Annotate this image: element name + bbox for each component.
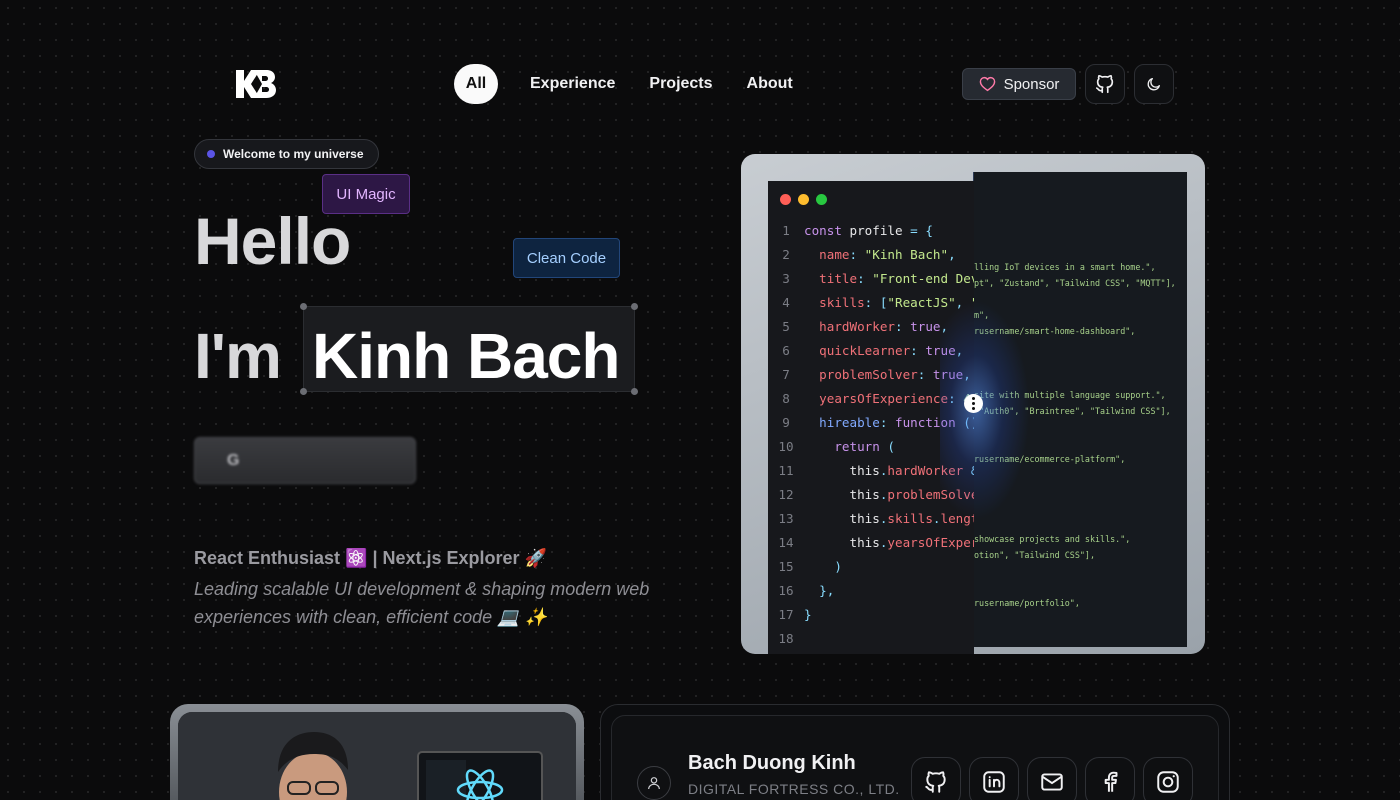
- line-number: 10: [778, 439, 794, 454]
- preview-code-line: rusername/portfolio",: [974, 598, 1080, 608]
- profile-company: DIGITAL FORTRESS CO., LTD.: [688, 781, 900, 797]
- user-avatar: [637, 766, 671, 800]
- line-number: 13: [778, 511, 794, 526]
- line-number: 2: [782, 247, 790, 262]
- hello-heading: Hello: [194, 204, 351, 278]
- profile-photo: [178, 712, 576, 800]
- line-number: 14: [778, 535, 794, 550]
- linkedin-icon: [983, 771, 1005, 793]
- line-number: 17: [778, 607, 794, 622]
- sponsor-button[interactable]: Sponsor: [962, 68, 1076, 100]
- preview-code-line: lling IoT devices in a smart home.",: [974, 262, 1156, 272]
- maximize-dot-icon: [816, 194, 827, 205]
- line-number: 9: [782, 415, 790, 430]
- nav-all[interactable]: All: [454, 64, 498, 104]
- line-number: 3: [782, 271, 790, 286]
- tagline: React Enthusiast ⚛️ | Next.js Explorer 🚀: [194, 548, 547, 568]
- facebook-icon: [1104, 771, 1118, 792]
- line-number: 7: [782, 367, 790, 382]
- cta-button[interactable]: G: [194, 437, 416, 484]
- code-line: 14 this.yearsOfExper: [768, 531, 974, 555]
- user-icon: [648, 777, 660, 790]
- instagram-icon: [1157, 771, 1179, 793]
- code-line: 2 name: "Kinh Bach",: [768, 243, 974, 267]
- code-line: 18: [768, 627, 974, 651]
- line-number: 16: [778, 583, 794, 598]
- ui-magic-tag: UI Magic: [322, 174, 410, 214]
- window-controls: [780, 194, 827, 205]
- compare-slider-handle[interactable]: [964, 394, 983, 413]
- nav-projects[interactable]: Projects: [633, 64, 728, 104]
- name-heading: Kinh Bach: [312, 320, 620, 392]
- profile-name: Bach Duong Kinh: [688, 752, 856, 774]
- nav-experience[interactable]: Experience: [514, 64, 631, 104]
- line-number: 15: [778, 559, 794, 574]
- preview-code-line: pt", "Zustand", "Tailwind CSS", "MQTT"],: [974, 278, 1176, 288]
- code-line: 1 const profile = {: [768, 219, 974, 243]
- close-dot-icon: [780, 194, 791, 205]
- line-number: 6: [782, 343, 790, 358]
- welcome-badge: Welcome to my universe: [194, 139, 379, 169]
- logo[interactable]: [234, 66, 278, 102]
- clean-code-tag: Clean Code: [513, 238, 620, 278]
- divider-glow: [940, 300, 1030, 520]
- moon-icon: [1147, 78, 1160, 91]
- preview-code-line: showcase projects and skills.",: [974, 534, 1131, 544]
- description: Leading scalable UI development & shapin…: [194, 579, 650, 627]
- mail-social-button[interactable]: [1027, 757, 1077, 800]
- sponsor-label: Sponsor: [1003, 75, 1060, 93]
- nav-about[interactable]: About: [731, 64, 809, 104]
- main-nav: All Experience Projects About: [454, 64, 809, 104]
- heart-icon: [979, 76, 995, 92]
- github-social-button[interactable]: [911, 757, 961, 800]
- profile-photo-card: [170, 704, 584, 800]
- line-number: 12: [778, 487, 794, 502]
- github-icon: [925, 771, 946, 793]
- line-number: 18: [778, 631, 794, 646]
- line-number: 8: [782, 391, 790, 406]
- welcome-text: Welcome to my universe: [223, 147, 364, 161]
- minimize-dot-icon: [798, 194, 809, 205]
- theme-toggle-button[interactable]: [1134, 64, 1174, 104]
- mail-icon: [1041, 773, 1063, 791]
- code-line: 17}: [768, 603, 974, 627]
- code-line: 16 },: [768, 579, 974, 603]
- facebook-social-button[interactable]: [1085, 757, 1135, 800]
- status-dot: [207, 150, 215, 158]
- code-line: 3 title: "Front-end Dev: [768, 267, 974, 291]
- github-icon: [1095, 74, 1114, 94]
- linkedin-social-button[interactable]: [969, 757, 1019, 800]
- preview-code-line: otion", "Tailwind CSS"],: [974, 550, 1096, 560]
- line-number: 4: [782, 295, 790, 310]
- im-heading: I'm: [194, 320, 282, 392]
- line-number: 1: [782, 223, 790, 238]
- line-number: 11: [778, 463, 794, 478]
- line-number: 5: [782, 319, 790, 334]
- github-button[interactable]: [1085, 64, 1125, 104]
- code-line: 15 ): [768, 555, 974, 579]
- instagram-social-button[interactable]: [1143, 757, 1193, 800]
